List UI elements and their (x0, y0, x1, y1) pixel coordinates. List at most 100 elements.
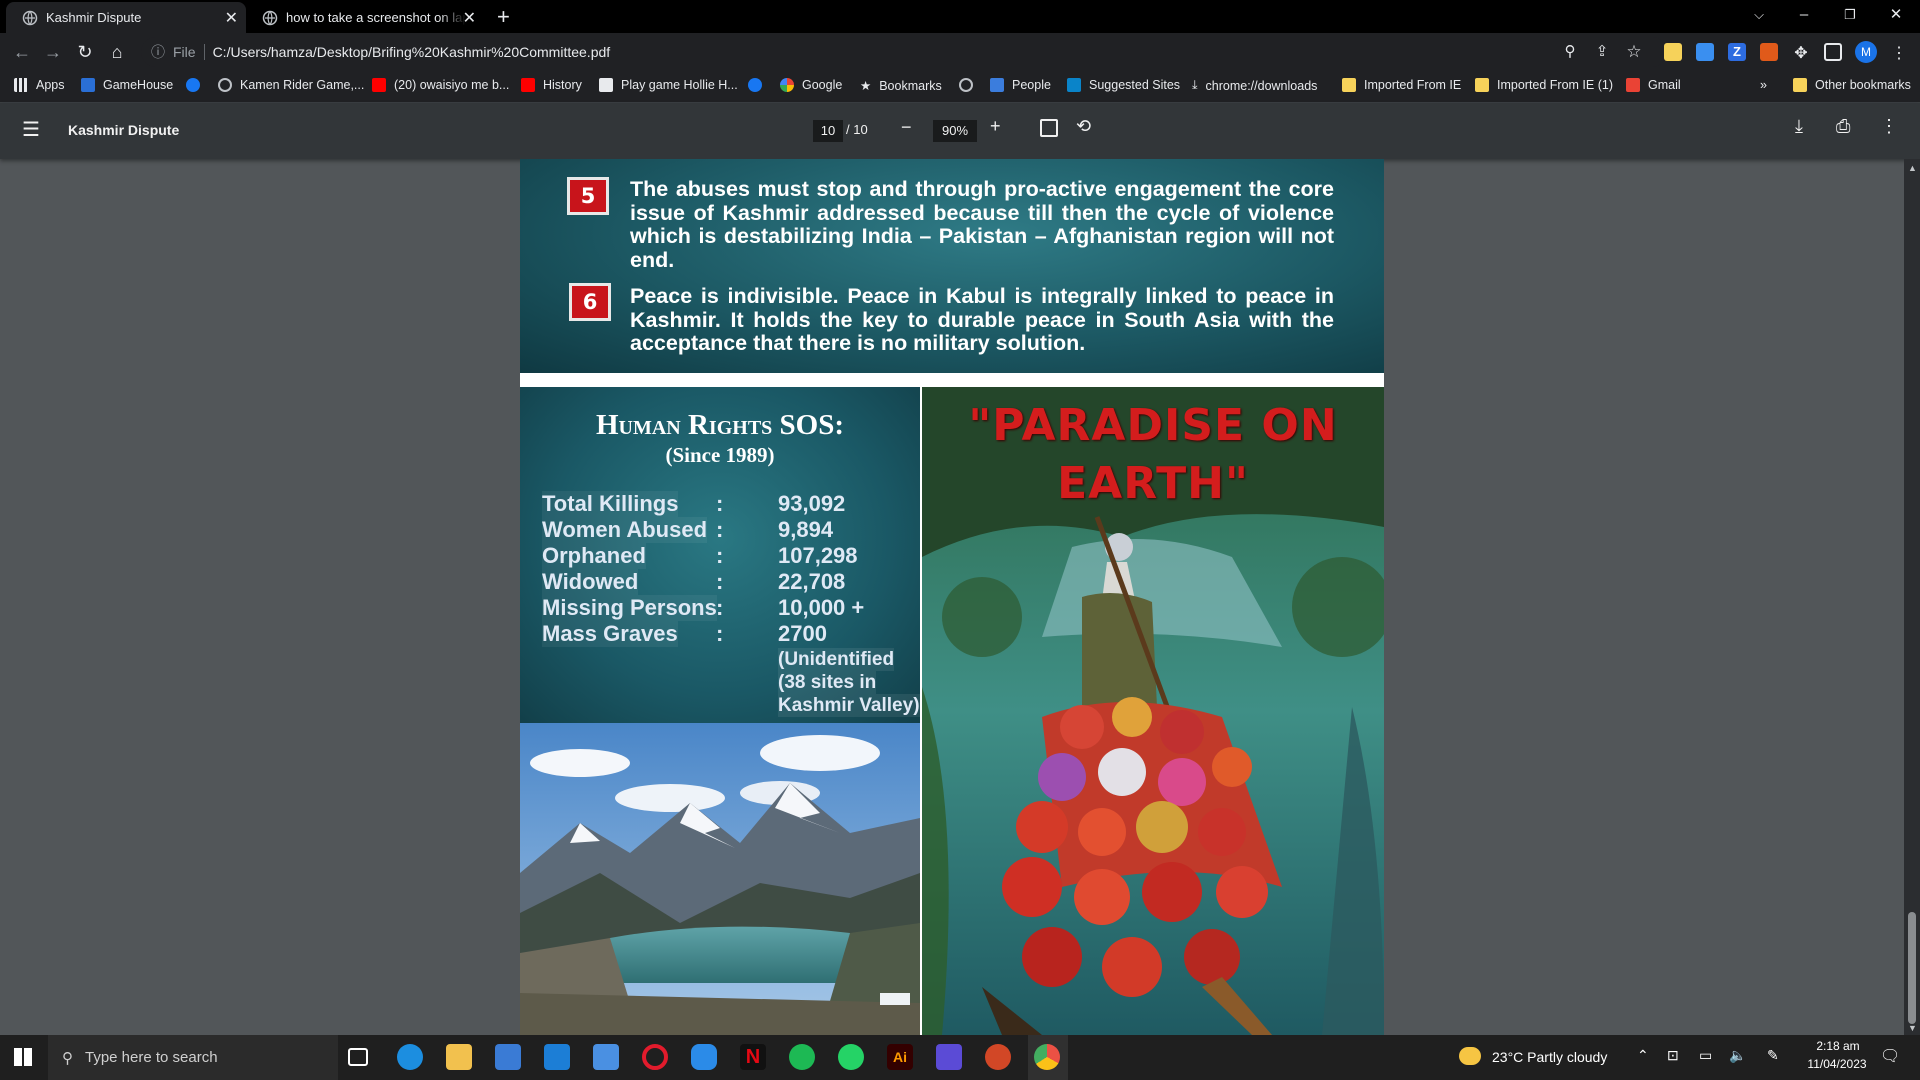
bookmark-facebook-2[interactable] (748, 78, 770, 92)
reload-icon[interactable]: ↻ (71, 38, 99, 66)
scroll-up-arrow-icon[interactable]: ▲ (1908, 163, 1917, 173)
menu-hamburger-icon[interactable]: ☰ (22, 117, 40, 142)
clock-date[interactable]: 11/04/2023 (1800, 1057, 1874, 1071)
edge-browser-icon[interactable] (397, 1044, 423, 1070)
facebook-icon (186, 78, 200, 92)
bookmark-gamehouse[interactable]: GameHouse (81, 78, 173, 92)
stat-row: Women Abused:9,894 (542, 517, 834, 543)
volume-icon[interactable]: 🔈 (1729, 1047, 1746, 1064)
rotate-icon[interactable]: ⟲ (1076, 116, 1091, 137)
more-actions-icon[interactable]: ⋮ (1880, 116, 1898, 137)
video-editor-icon[interactable] (936, 1044, 962, 1070)
illustrator-icon[interactable]: Ai (887, 1044, 913, 1070)
bookmark-imported-ie[interactable]: Imported From IE (1342, 78, 1461, 92)
spotify-icon[interactable] (789, 1044, 815, 1070)
home-icon[interactable]: ⌂ (103, 38, 131, 66)
whatsapp-icon[interactable] (838, 1044, 864, 1070)
windows-start-icon[interactable] (14, 1048, 32, 1066)
netflix-icon[interactable]: N (740, 1044, 766, 1070)
close-tab-icon[interactable]: ✕ (225, 8, 238, 28)
bookmark-bookmarks[interactable]: ★ Bookmarks (860, 78, 942, 94)
bookmark-google[interactable]: Google (780, 78, 842, 92)
page-total: / 10 (846, 122, 868, 137)
new-tab-button[interactable]: + (497, 4, 510, 30)
zoom-in-button[interactable]: + (990, 116, 1001, 137)
taskbar-search[interactable]: ⚲ Type here to search (48, 1035, 338, 1080)
zoom-level-input[interactable]: 90% (933, 120, 977, 142)
globe-icon (262, 10, 278, 25)
mail-icon[interactable] (593, 1044, 619, 1070)
notifications-icon[interactable]: 🗨 (1880, 1046, 1900, 1066)
bookmark-suggested-sites[interactable]: Suggested Sites (1067, 78, 1180, 92)
stat-note: (38 sites in (778, 671, 877, 694)
gamehouse-icon (81, 78, 95, 92)
bookmark-facebook[interactable] (186, 78, 208, 92)
profile-avatar[interactable]: M (1855, 41, 1877, 63)
close-window-button[interactable]: ✕ (1873, 0, 1919, 30)
bookmark-star-icon[interactable]: ☆ (1620, 38, 1648, 66)
tab-screenshot-howto[interactable]: how to take a screenshot on laptop ✕ (246, 2, 484, 33)
page-gap (520, 373, 1384, 387)
print-icon[interactable]: ⎙ (1836, 116, 1850, 137)
sos-title: Human Rights SOS: (595, 409, 845, 441)
bookmark-other[interactable]: Other bookmarks (1793, 78, 1911, 92)
pdf-toolbar: ☰ Kashmir Dispute 10 / 10 − 90% + ⟲ ⤓ ⎙ … (0, 103, 1920, 159)
stat-note: Kashmir Valley) (778, 694, 920, 717)
info-icon[interactable]: ⓘ (151, 42, 165, 62)
bookmark-downloads[interactable]: ⤓ chrome://downloads (1192, 78, 1317, 93)
extension-fire-icon[interactable] (1760, 43, 1778, 61)
meet-now-icon[interactable]: ⊡ (1667, 1047, 1679, 1064)
bookmark-people[interactable]: People (990, 78, 1051, 92)
task-view-icon[interactable] (348, 1048, 368, 1066)
bookmark-history[interactable]: History (521, 78, 582, 92)
page-number-input[interactable]: 10 (813, 120, 843, 142)
pen-icon[interactable]: ✎ (1767, 1047, 1779, 1064)
clock-time[interactable]: 2:18 am (1810, 1039, 1866, 1053)
download-icon[interactable]: ⤓ (1795, 116, 1803, 137)
fit-page-icon[interactable] (1040, 119, 1058, 137)
bookmarks-overflow[interactable]: » (1760, 78, 1767, 92)
extensions-puzzle-icon[interactable]: ✥ (1792, 43, 1810, 62)
bookmark-owaisiyo[interactable]: (20) owaisiyo me b... (372, 78, 509, 92)
zoom-search-icon[interactable]: ⚲ (1556, 38, 1584, 66)
bookmark-kamen-rider[interactable]: Kamen Rider Game,... (218, 78, 364, 92)
scrollbar-thumb[interactable] (1908, 912, 1916, 1024)
bookmark-hollie[interactable]: Play game Hollie H... (599, 78, 738, 92)
pdf-page: 5 The abuses must stop and through pro-a… (520, 159, 1384, 1035)
side-panel-icon[interactable] (1824, 43, 1842, 61)
bookmark-imported-ie-1[interactable]: Imported From IE (1) (1475, 78, 1613, 92)
prime-video-icon[interactable] (544, 1044, 570, 1070)
weather-text[interactable]: 23°C Partly cloudy (1492, 1049, 1607, 1065)
extension-folder-icon[interactable] (1664, 43, 1682, 61)
show-hidden-icons[interactable]: ⌃ (1637, 1047, 1649, 1064)
bookmark-gmail[interactable]: Gmail (1626, 78, 1681, 92)
minimize-button[interactable]: – (1781, 0, 1827, 30)
weather-icon[interactable] (1459, 1047, 1481, 1065)
point-number-badge: 5 (567, 177, 609, 215)
browser-menu-icon[interactable]: ⋮ (1890, 43, 1908, 62)
share-icon[interactable]: ⇪ (1588, 38, 1616, 66)
search-placeholder: Type here to search (85, 1049, 218, 1066)
close-tab-icon[interactable]: ✕ (463, 8, 476, 28)
file-explorer-icon[interactable] (446, 1044, 472, 1070)
bookmark-globe[interactable] (959, 78, 981, 92)
powerpoint-icon[interactable] (985, 1044, 1011, 1070)
address-bar[interactable]: ⓘ File C:/Users/hamza/Desktop/Brifing%20… (141, 37, 1667, 67)
chrome-active-highlight (1028, 1035, 1068, 1080)
bookmark-apps[interactable]: Apps (14, 78, 65, 92)
opera-icon[interactable] (642, 1044, 668, 1070)
tab-search-icon[interactable]: ⌵ (1736, 0, 1782, 30)
forward-arrow-icon[interactable]: → (39, 38, 67, 66)
onedrive-icon[interactable] (691, 1044, 717, 1070)
tab-kashmir-dispute[interactable]: Kashmir Dispute ✕ (6, 2, 246, 33)
zoom-out-button[interactable]: − (901, 117, 912, 138)
restore-button[interactable]: ❐ (1827, 0, 1873, 30)
url-text[interactable]: C:/Users/hamza/Desktop/Brifing%20Kashmir… (213, 44, 611, 60)
extension-cloud-icon[interactable] (1696, 43, 1714, 61)
store-icon[interactable] (495, 1044, 521, 1070)
pdf-scrollbar[interactable]: ▲ ▼ (1904, 159, 1920, 1035)
battery-icon[interactable]: ▭ (1699, 1047, 1712, 1064)
back-arrow-icon[interactable]: ← (8, 38, 36, 66)
scroll-down-arrow-icon[interactable]: ▼ (1908, 1023, 1917, 1033)
extension-z-icon[interactable]: Z (1728, 43, 1746, 61)
